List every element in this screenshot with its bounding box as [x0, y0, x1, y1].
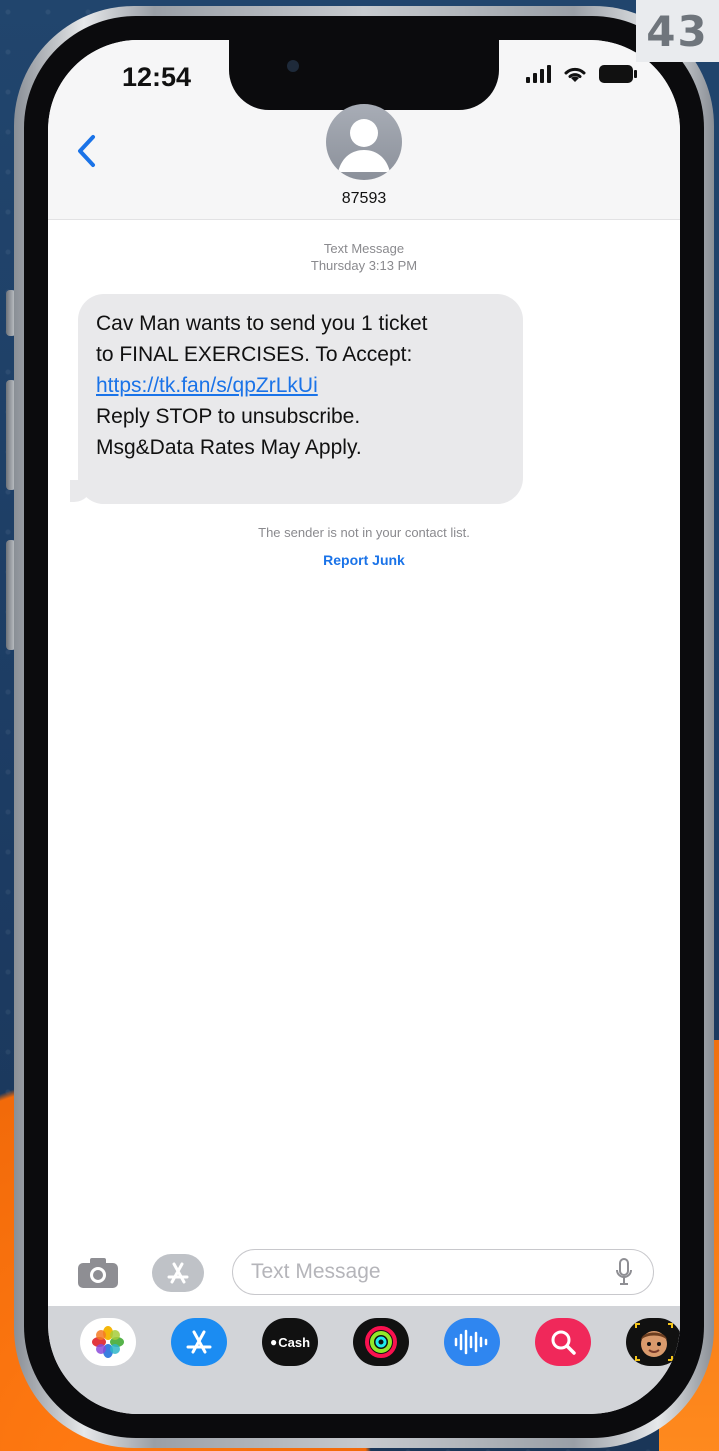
photos-icon — [92, 1326, 124, 1358]
message-input[interactable] — [251, 1260, 613, 1284]
unknown-sender-note: The sender is not in your contact list. — [258, 525, 470, 540]
contact-name[interactable]: 87593 — [48, 190, 680, 208]
phone-screen: 12:54 87593 Text Message Thursday 3:13 P… — [48, 40, 680, 1414]
message-line: Msg&Data Rates May Apply. — [96, 436, 362, 459]
camera-button[interactable] — [76, 1256, 120, 1290]
back-button[interactable] — [68, 128, 104, 174]
cellular-signal-icon — [526, 65, 551, 83]
compose-bar — [48, 1246, 680, 1306]
app-drawer: ● Cash — [48, 1306, 680, 1414]
message-line: to FINAL EXERCISES. To Accept: — [96, 343, 413, 366]
notch — [229, 40, 499, 110]
dictation-button[interactable] — [613, 1258, 635, 1286]
phone-bezel: 12:54 87593 Text Message Thursday 3:13 P… — [24, 16, 704, 1438]
message-line: Reply STOP to unsubscribe. — [96, 405, 361, 428]
memoji-app[interactable] — [626, 1318, 680, 1366]
message-type: Text Message — [323, 241, 405, 256]
status-time: 12:54 — [122, 62, 192, 92]
front-camera — [287, 60, 299, 72]
app-drawer-row: ● Cash — [48, 1318, 680, 1366]
wifi-icon — [564, 67, 586, 82]
microphone-icon — [616, 1258, 632, 1285]
app-store-app[interactable] — [171, 1318, 227, 1366]
apple-cash-app[interactable]: ● Cash — [262, 1318, 318, 1366]
app-store-icon — [167, 1262, 189, 1284]
activity-icon — [365, 1326, 397, 1358]
bubble-fade — [78, 490, 523, 504]
page-number: 43 — [636, 0, 719, 62]
contact-avatar[interactable] — [326, 104, 402, 180]
message-link[interactable]: https://tk.fan/s/qpZrLkUi — [96, 374, 318, 397]
message-text-field[interactable] — [232, 1249, 654, 1295]
photos-app[interactable] — [80, 1318, 136, 1366]
camera-icon — [78, 1258, 118, 1288]
message-meta: Text Message Thursday 3:13 PM — [48, 240, 680, 274]
battery-icon — [599, 65, 637, 83]
audio-icon — [454, 1329, 488, 1355]
phone-frame: 12:54 87593 Text Message Thursday 3:13 P… — [14, 6, 714, 1448]
activity-app[interactable] — [353, 1318, 409, 1366]
chevron-left-icon — [78, 135, 95, 167]
conversation-header: 12:54 87593 — [48, 40, 680, 220]
person-icon — [338, 119, 390, 172]
message-timestamp: Thursday 3:13 PM — [310, 258, 418, 273]
memoji-icon — [635, 1323, 673, 1361]
report-junk-link[interactable]: Report Junk — [48, 552, 680, 568]
message-bubble[interactable]: Cav Man wants to send you 1 ticket to FI… — [78, 294, 523, 504]
apple-cash-icon: ● Cash — [269, 1334, 311, 1350]
app-store-icon — [186, 1330, 212, 1354]
audio-message-app[interactable] — [444, 1318, 500, 1366]
apps-button[interactable] — [152, 1254, 204, 1292]
search-web-icon — [551, 1330, 576, 1355]
search-web-app[interactable] — [535, 1318, 591, 1366]
message-line: Cav Man wants to send you 1 ticket — [96, 312, 428, 335]
status-icons — [526, 64, 638, 84]
